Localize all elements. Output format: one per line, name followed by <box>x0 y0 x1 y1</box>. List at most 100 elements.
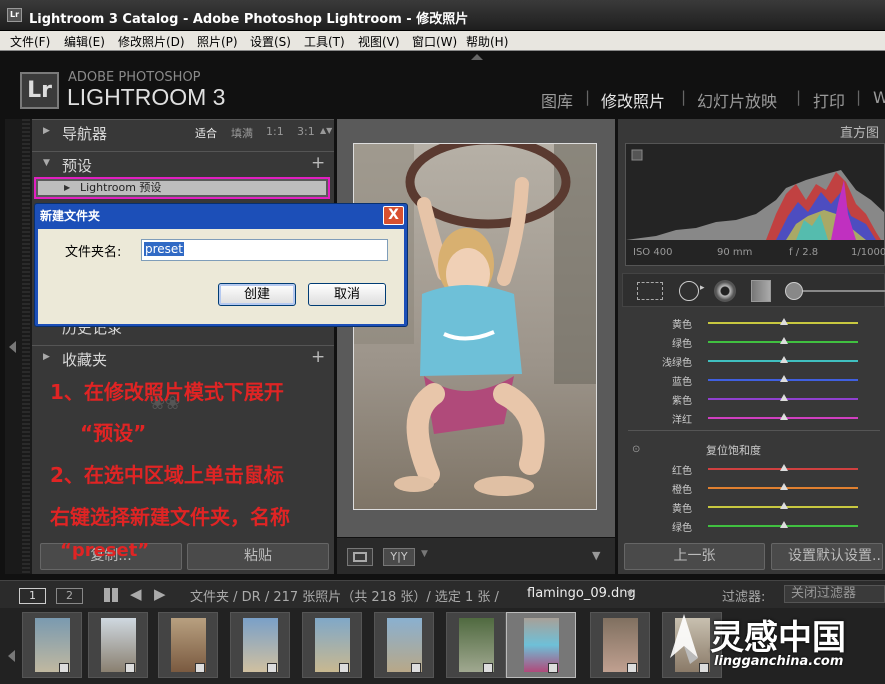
slider-knob[interactable] <box>780 464 788 471</box>
filmstrip-thumb[interactable] <box>88 612 148 678</box>
module-slideshow[interactable]: 幻灯片放映 <box>697 88 777 112</box>
filter-select[interactable]: 关闭过滤器 <box>784 585 885 603</box>
slider-knob[interactable] <box>780 483 788 490</box>
filmstrip-thumb[interactable] <box>302 612 362 678</box>
menu-settings[interactable]: 设置(S) <box>250 33 291 50</box>
paste-button[interactable]: 粘贴 <box>187 543 329 570</box>
menu-photo[interactable]: 照片(P) <box>197 33 238 50</box>
filmstrip-thumb[interactable] <box>158 612 218 678</box>
filmstrip-thumb[interactable] <box>446 612 506 678</box>
hsl-slider-row[interactable]: 黄色 <box>630 316 880 331</box>
folder-name-input[interactable]: preset <box>141 239 388 261</box>
view-dropdown-icon[interactable]: ▼ <box>421 549 428 559</box>
folder-name-value[interactable]: preset <box>144 242 185 256</box>
menu-help[interactable]: 帮助(H) <box>466 33 508 50</box>
hsl-slider-row[interactable]: 浅绿色 <box>630 354 880 369</box>
lightroom-presets-row[interactable]: ▶ Lightroom 预设 <box>38 181 326 195</box>
slider-knob[interactable] <box>780 413 788 420</box>
expand-triangle-icon: ▶ <box>43 352 50 362</box>
spot-removal-icon[interactable] <box>679 281 699 301</box>
add-preset-icon[interactable]: + <box>311 153 325 173</box>
loupe-view-icon[interactable] <box>347 548 373 566</box>
target-adjust-icon[interactable]: ⊙ <box>632 444 640 455</box>
reset-saturation-label[interactable]: 复位饱和度 <box>706 442 761 458</box>
filmstrip-thumb[interactable] <box>590 612 650 678</box>
hsl-slider-row[interactable]: 蓝色 <box>630 373 880 388</box>
presets-label: 预设 <box>62 157 93 175</box>
filmstrip-left-icon[interactable] <box>8 650 15 662</box>
slider-knob[interactable] <box>780 318 788 325</box>
nav-fill[interactable]: 填满 <box>231 125 253 141</box>
menu-view[interactable]: 视图(V) <box>358 33 400 50</box>
back-arrow-icon[interactable]: ◀ <box>130 585 142 603</box>
filmstrip-path[interactable]: 文件夹 / DR / 217 张照片（共 218 张）/ 选定 1 张 / <box>190 586 499 605</box>
watermark-url: lingganchina.com <box>714 654 844 669</box>
graduated-filter-icon[interactable] <box>751 280 771 302</box>
new-folder-dialog: 新建文件夹 X 文件夹名: preset 创建 取消 <box>34 203 408 327</box>
add-collection-icon[interactable]: + <box>311 347 325 367</box>
toolbar-menu-icon[interactable]: ▼ <box>592 549 600 562</box>
dialog-close-icon[interactable]: X <box>383 206 404 225</box>
slider-knob[interactable] <box>780 337 788 344</box>
dialog-body: 文件夹名: preset 创建 取消 <box>38 229 404 324</box>
slider-knob[interactable] <box>780 356 788 363</box>
page-1-button[interactable]: 1 <box>19 588 46 604</box>
hsl-label: 红色 <box>672 466 692 477</box>
menu-file[interactable]: 文件(F) <box>10 33 50 50</box>
folder-name-label: 文件夹名: <box>65 245 122 260</box>
menu-tools[interactable]: 工具(T) <box>304 33 345 50</box>
navigator-header[interactable]: ▶ 导航器 <box>32 119 334 143</box>
filmstrip-thumb[interactable] <box>374 612 434 678</box>
hsl-slider-row[interactable]: 红色 <box>630 462 880 477</box>
hsl-slider-row[interactable]: 洋红 <box>630 411 880 426</box>
hsl-label: 蓝色 <box>672 377 692 388</box>
slider-knob[interactable] <box>780 502 788 509</box>
set-default-button[interactable]: 设置默认设置... <box>771 543 883 570</box>
left-scroll-rail[interactable] <box>22 119 30 574</box>
filmstrip-thumb-selected[interactable] <box>506 612 576 678</box>
forward-arrow-icon[interactable]: ▶ <box>154 585 166 603</box>
lr-logo: Lr <box>20 72 59 109</box>
collapse-top-arrow-icon[interactable] <box>471 54 483 60</box>
module-develop[interactable]: 修改照片 <box>601 88 665 112</box>
brush-slider[interactable] <box>803 290 885 292</box>
lightroom-presets-folder[interactable]: ▶ Lightroom 预设 <box>34 177 330 199</box>
nav-1-1[interactable]: 1:1 <box>266 125 284 138</box>
module-web[interactable]: W <box>873 88 885 107</box>
nav-fit[interactable]: 适合 <box>195 125 217 141</box>
filmstrip-filename[interactable]: flamingo_09.dng <box>527 586 636 601</box>
nav-3-1[interactable]: 3:1 <box>297 125 315 138</box>
left-panel-toggle-icon[interactable] <box>9 341 16 353</box>
adjustment-brush-icon[interactable] <box>785 282 803 300</box>
slider-knob[interactable] <box>780 375 788 382</box>
slider-knob[interactable] <box>780 521 788 528</box>
nav-zoom-arrows-icon[interactable]: ▲▼ <box>320 126 332 135</box>
red-eye-icon[interactable] <box>714 280 736 302</box>
menu-window[interactable]: 窗口(W) <box>412 33 457 50</box>
dialog-title: 新建文件夹 <box>40 209 101 223</box>
page-2-button[interactable]: 2 <box>56 588 83 604</box>
previous-button[interactable]: 上一张 <box>624 543 765 570</box>
module-print[interactable]: 打印 <box>813 88 845 112</box>
hsl-slider-row[interactable]: 绿色 <box>630 519 880 534</box>
before-after-view-icon[interactable]: Y|Y <box>383 548 415 566</box>
module-library[interactable]: 图库 <box>541 88 573 112</box>
filename-dropdown-icon[interactable]: ▼ <box>627 589 633 598</box>
hsl-slider-row[interactable]: 绿色 <box>630 335 880 350</box>
slider-knob[interactable] <box>780 394 788 401</box>
presets-header[interactable]: ▼ 预设 <box>32 151 334 175</box>
collections-header[interactable]: ▶ 收藏夹 <box>32 345 334 369</box>
grid-view-icon[interactable] <box>104 588 118 602</box>
filmstrip-thumb[interactable] <box>22 612 82 678</box>
hsl-slider-row[interactable]: 橙色 <box>630 481 880 496</box>
create-button[interactable]: 创建 <box>218 283 296 306</box>
crop-tool-icon[interactable] <box>637 282 663 300</box>
menu-develop[interactable]: 修改照片(D) <box>118 33 185 50</box>
menu-edit[interactable]: 编辑(E) <box>64 33 105 50</box>
cancel-button[interactable]: 取消 <box>308 283 386 306</box>
exif-focal: 90 mm <box>717 247 753 258</box>
hsl-slider-row[interactable]: 紫色 <box>630 392 880 407</box>
filmstrip-thumb[interactable] <box>230 612 290 678</box>
hsl-slider-row[interactable]: 黄色 <box>630 500 880 515</box>
collapse-triangle-icon: ▼ <box>43 158 50 168</box>
